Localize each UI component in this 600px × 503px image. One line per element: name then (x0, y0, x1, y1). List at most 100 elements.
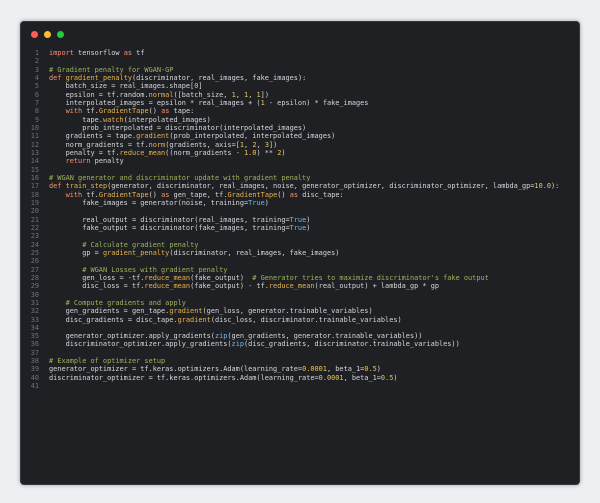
code-token: , (256, 140, 265, 149)
line-number: 20 (30, 207, 39, 216)
code-line: 33 disc_gradients = disc_tape.gradient(d… (21, 316, 579, 324)
code-token: GradientTape (98, 190, 149, 199)
code-token: gen_gradients = gen_tape. (49, 307, 170, 316)
code-token: generator_optimizer.apply_gradients( (49, 332, 215, 341)
line-number: 22 (30, 223, 39, 232)
line-number: 26 (30, 257, 39, 266)
code-token: reduce_mean (144, 282, 191, 291)
code-token: (disc_loss, discriminator.trainable_vari… (210, 315, 402, 324)
line-number: 40 (30, 373, 39, 382)
zoom-button[interactable] (57, 31, 64, 38)
code-token: disc_tape: (298, 190, 344, 199)
code-token: real_output = discriminator(real_images,… (49, 215, 290, 224)
code-token: gradient_penalty (102, 248, 170, 257)
code-token: def (49, 73, 62, 82)
code-token: gen_tape, tf. (169, 190, 228, 199)
code-token: GradientTape (227, 190, 278, 199)
line-number: 4 (34, 73, 39, 82)
code-line: 28 gen_loss = -tf.reduce_mean(fake_outpu… (21, 274, 579, 282)
line-number: 15 (30, 165, 39, 174)
line-number: 33 (30, 315, 39, 324)
code-token: True (248, 198, 265, 207)
line-number: 7 (34, 98, 39, 107)
code-line: 13 penalty = tf.reduce_mean((norm_gradie… (21, 149, 579, 157)
code-token: ] (198, 82, 203, 91)
code-window: 1 import tensorflow as tf 2 3 # Gradient pen… (20, 21, 580, 485)
code-line: 35 generator_optimizer.apply_gradients(z… (21, 332, 579, 340)
line-number: 9 (34, 115, 39, 124)
code-token: def (49, 182, 62, 191)
code-token: gradients = tape. (49, 132, 137, 141)
code-token: () (148, 107, 162, 116)
code-token: ): (551, 182, 560, 191)
code-token: reduce_mean (119, 148, 166, 157)
code-token: tf (132, 49, 145, 57)
line-number: 19 (30, 198, 39, 207)
code-line: 27 # WGAN Losses with gradient penalty (21, 266, 579, 274)
line-number: 21 (30, 215, 39, 224)
code-token: gradient (136, 132, 170, 141)
code-token: return (65, 157, 91, 166)
code-token: (discriminator, real_images, fake_images… (169, 248, 340, 257)
code-line: 15 (21, 166, 579, 174)
code-token: ) (306, 223, 311, 232)
line-number: 34 (30, 323, 39, 332)
code-token: ) (393, 373, 398, 382)
line-number: 31 (30, 298, 39, 307)
line-number: 37 (30, 348, 39, 357)
line-number: 12 (30, 140, 39, 149)
line-number: 1 (34, 49, 39, 57)
line-number: 5 (34, 82, 39, 91)
code-token: tape: (169, 107, 195, 116)
code-line: 8 with tf.GradientTape() as tape: (21, 107, 579, 115)
code-token: as (123, 49, 133, 57)
code-line: 40 discriminator_optimizer = tf.keras.opt… (21, 374, 579, 382)
code-token: # Gradient penalty for WGAN-GP (49, 65, 174, 74)
code-token: penalty (90, 157, 124, 166)
code-token: norm (148, 140, 166, 149)
code-token: (interpolated_images) (123, 115, 211, 124)
code-token: fake_images = generator(noise, training= (49, 198, 249, 207)
close-button[interactable] (31, 31, 38, 38)
line-number: 2 (34, 57, 39, 66)
code-token: 1.0 (244, 148, 257, 157)
code-token: gradient (169, 307, 203, 316)
line-number: 14 (30, 157, 39, 166)
code-token: GradientTape (98, 107, 149, 116)
line-number: 24 (30, 240, 39, 249)
code-token: # Example of optimizer setup (49, 357, 166, 366)
code-token: prob_interpolated = discriminator(interp… (49, 123, 307, 132)
code-line: 4 def gradient_penalty(discriminator, rea… (21, 74, 579, 82)
code-token: gen_loss = -tf. (49, 273, 145, 282)
code-line: 20 (21, 207, 579, 215)
code-token: - epsilon) * fake_images (264, 98, 369, 107)
code-line: 31 # Compute gradients and apply (21, 299, 579, 307)
code-line: 22 fake_output = discriminator(fake_imag… (21, 224, 579, 232)
code-line: 39 generator_optimizer = tf.keras.optimiz… (21, 365, 579, 373)
code-token: () (148, 190, 162, 199)
code-token: reduce_mean (144, 273, 191, 282)
code-token: , (248, 90, 257, 99)
minimize-button[interactable] (44, 31, 51, 38)
code-token: True (289, 215, 307, 224)
code-token: generator_optimizer = tf.keras.optimizer… (49, 365, 303, 374)
code-line: 30 (21, 291, 579, 299)
code-token: tape. (49, 115, 103, 124)
code-token: tensorflow (73, 49, 124, 57)
line-number: 35 (30, 332, 39, 341)
code-token: ]) (268, 140, 278, 149)
line-number: 8 (34, 107, 39, 116)
code-line: 23 (21, 232, 579, 240)
code-token: (real_output) + lambda_gp * gp (314, 282, 439, 291)
code-token: 10.0 (534, 182, 552, 191)
window-titlebar (21, 22, 579, 46)
code-editor[interactable]: 1 import tensorflow as tf 2 3 # Gradient pen… (21, 49, 579, 390)
code-line: 18 with tf.GradientTape() as gen_tape, t… (21, 191, 579, 199)
code-token: disc_gradients = disc_tape. (49, 315, 178, 324)
code-token: discriminator_optimizer = tf.keras.optim… (49, 373, 319, 382)
